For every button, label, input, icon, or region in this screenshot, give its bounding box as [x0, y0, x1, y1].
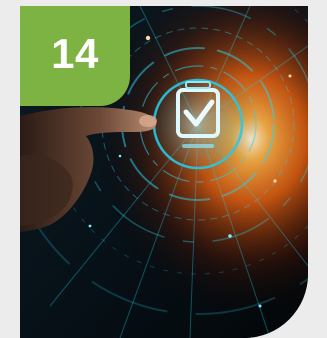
- badge-number: 14: [51, 30, 99, 77]
- article-card[interactable]: 14: [20, 6, 308, 338]
- page-background: 14: [0, 0, 327, 338]
- number-badge: 14: [20, 6, 130, 106]
